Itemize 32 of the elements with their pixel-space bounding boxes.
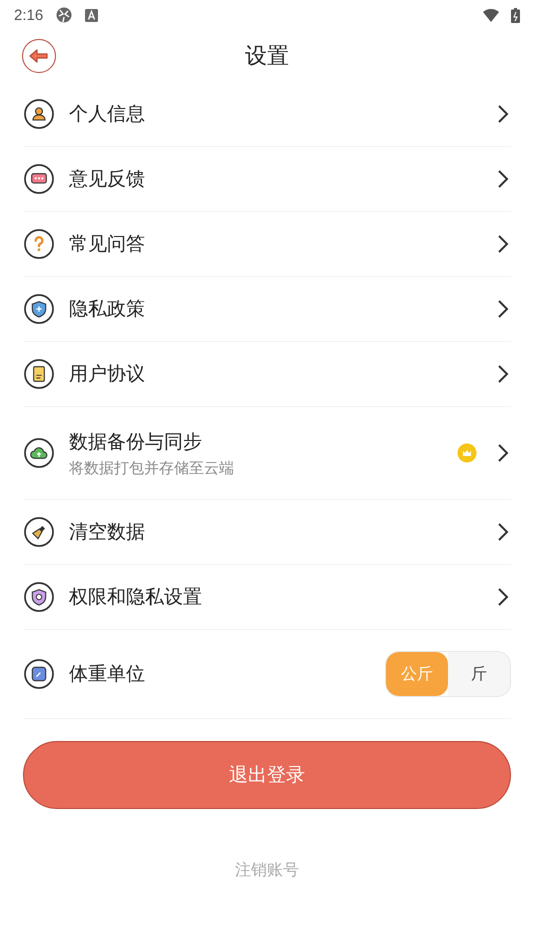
chevron-right-icon (497, 104, 509, 124)
chevron-right-icon (497, 299, 509, 319)
keyboard-icon (85, 8, 98, 22)
wifi-icon (483, 8, 499, 22)
page-title: 设置 (245, 44, 289, 69)
shield-icon (23, 293, 55, 325)
settings-item[interactable]: 隐私政策 (23, 277, 511, 342)
unit-option[interactable]: 斤 (448, 652, 510, 696)
settings-item[interactable]: 数据备份与同步 将数据打包并存储至云端 (23, 407, 511, 500)
settings-item[interactable]: 用户协议 (23, 342, 511, 407)
question-mark-icon (23, 228, 55, 260)
back-button[interactable] (22, 39, 56, 73)
document-icon (23, 358, 55, 390)
settings-item[interactable]: 清空数据 (23, 500, 511, 565)
chevron-right-icon (497, 443, 509, 463)
setting-label: 体重单位 (69, 662, 146, 687)
chevron-right-icon (497, 364, 509, 384)
chevron-right-icon (497, 234, 509, 254)
status-time: 2:16 (14, 6, 44, 24)
settings-item[interactable]: 常见问答 (23, 212, 511, 277)
arrow-left-icon (28, 48, 50, 64)
broom-icon (23, 516, 55, 548)
chevron-right-icon (497, 169, 509, 189)
chevron-right-icon (497, 522, 509, 542)
settings-item[interactable]: 权限和隐私设置 (23, 565, 511, 630)
settings-item[interactable]: 个人信息 (23, 82, 511, 147)
chevron-right-icon (497, 587, 509, 607)
battery-icon (511, 8, 520, 22)
cloud-icon (23, 437, 55, 469)
person-icon (23, 98, 55, 130)
settings-item[interactable]: 意见反馈 (23, 147, 511, 212)
chat-bubble-icon (23, 163, 55, 195)
